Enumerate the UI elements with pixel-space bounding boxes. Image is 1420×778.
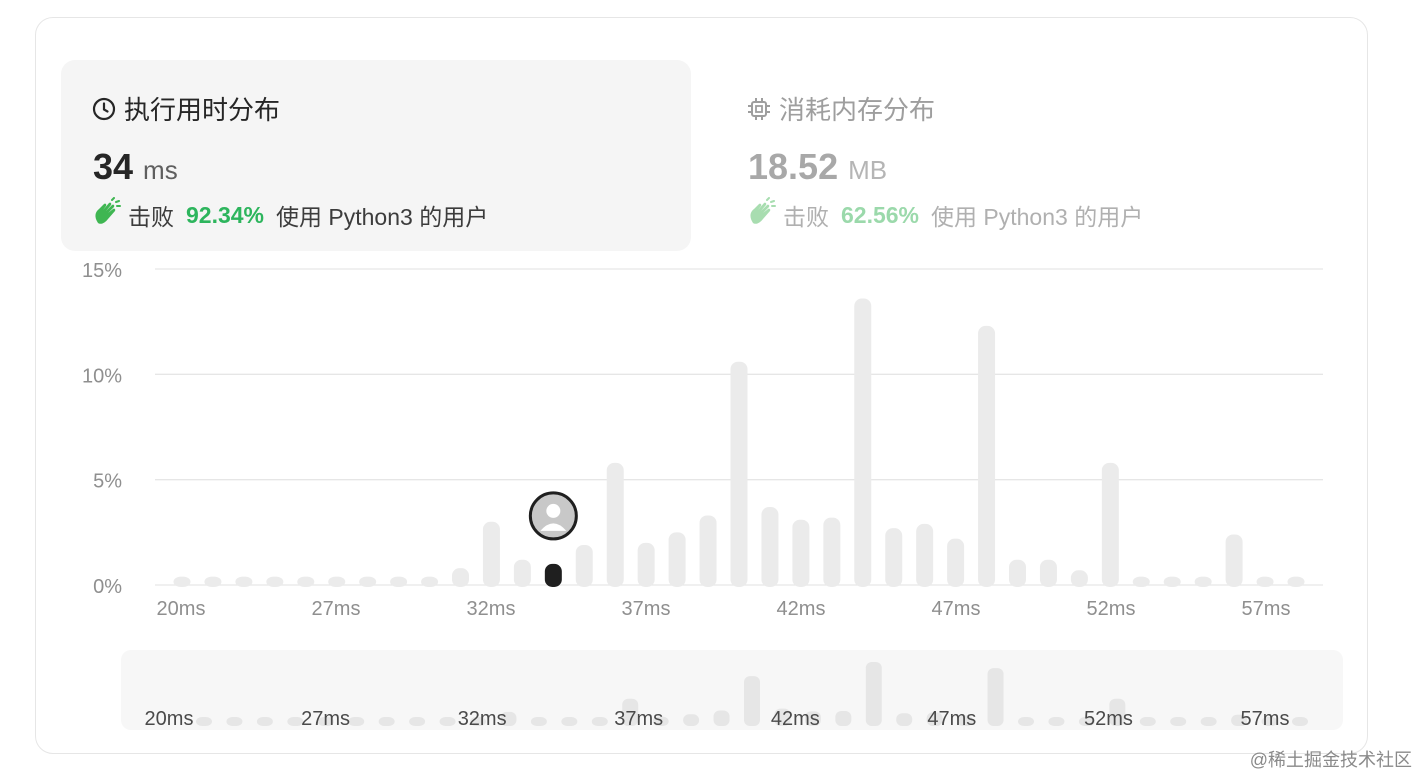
distribution-bar[interactable] (513, 559, 531, 587)
distribution-bar[interactable] (1070, 570, 1088, 587)
distribution-bar[interactable] (1132, 576, 1150, 587)
current-runtime-bar[interactable] (544, 563, 562, 587)
distribution-bar[interactable] (1039, 559, 1057, 587)
distribution-bar[interactable] (297, 576, 315, 587)
memory-title-label: 消耗内存分布 (779, 95, 936, 125)
memory-metric: 18.52 MB (748, 146, 887, 188)
distribution-bar[interactable] (606, 462, 624, 587)
runtime-unit: ms (143, 155, 178, 185)
memory-beats: 击败 62.56% 使用 Python3 的用户 (747, 197, 1143, 233)
distribution-bar[interactable] (947, 538, 965, 587)
memory-distribution-tab[interactable]: 消耗内存分布 18.52 MB 击败 62.56% 使用 Python3 的用户 (716, 60, 1346, 251)
runtime-metric: 34 ms (93, 146, 178, 188)
distribution-bar[interactable] (916, 523, 934, 587)
chip-icon (747, 97, 771, 121)
distribution-bar[interactable] (328, 576, 346, 587)
runtime-value: 34 (93, 146, 134, 187)
distribution-bar[interactable] (390, 576, 408, 587)
memory-beats-pct: 62.56% (841, 201, 920, 228)
distribution-bar[interactable] (730, 361, 748, 587)
distribution-bar[interactable] (699, 515, 717, 587)
distribution-bar[interactable] (637, 542, 655, 587)
clap-icon (92, 197, 122, 233)
distribution-bar[interactable] (823, 517, 841, 587)
distribution-bar[interactable] (792, 519, 810, 587)
distribution-bar[interactable] (204, 576, 222, 587)
range-selector-minimap[interactable] (121, 650, 1343, 730)
runtime-title: 执行用时分布 (92, 90, 280, 127)
runtime-distribution-tab[interactable]: 执行用时分布 34 ms 击败 92.34% 使用 Python3 的用户 (61, 60, 691, 251)
distribution-bar[interactable] (235, 576, 253, 587)
memory-beats-suffix: 使用 Python3 的用户 (931, 204, 1144, 230)
distribution-bar[interactable] (452, 568, 469, 587)
distribution-bar[interactable] (1256, 576, 1274, 587)
clap-icon (747, 197, 777, 233)
runtime-title-label: 执行用时分布 (124, 95, 281, 125)
distribution-bar[interactable] (359, 576, 377, 587)
watermark: @稀土掘金技术社区 (1249, 750, 1412, 770)
submission-stats-card: 执行用时分布 34 ms 击败 92.34% 使用 Python3 的用户 消耗… (35, 17, 1368, 754)
distribution-bar[interactable] (1101, 462, 1119, 587)
runtime-beats-suffix: 使用 Python3 的用户 (276, 204, 489, 230)
distribution-bar[interactable] (761, 507, 779, 587)
distribution-bar[interactable] (421, 576, 439, 587)
distribution-bar[interactable] (1163, 576, 1181, 587)
distribution-bar[interactable] (1194, 576, 1212, 587)
distribution-bar[interactable] (482, 521, 500, 587)
distribution-bar[interactable] (885, 528, 903, 587)
clock-icon (92, 97, 116, 121)
distribution-bar[interactable] (575, 544, 593, 587)
distribution-bar[interactable] (1287, 576, 1305, 587)
runtime-beats-pct: 92.34% (186, 201, 265, 228)
distribution-bar[interactable] (668, 532, 686, 587)
distribution-bar[interactable] (978, 325, 996, 587)
runtime-beats: 击败 92.34% 使用 Python3 的用户 (92, 197, 488, 233)
memory-beats-prefix: 击败 (783, 204, 829, 230)
distribution-bar[interactable] (173, 576, 191, 587)
memory-title: 消耗内存分布 (747, 90, 935, 127)
memory-value: 18.52 (748, 146, 839, 187)
distribution-bar[interactable] (1009, 559, 1026, 587)
distribution-bar[interactable] (854, 298, 872, 587)
distribution-bar[interactable] (1225, 534, 1243, 587)
distribution-bar[interactable] (266, 576, 284, 587)
runtime-beats-prefix: 击败 (128, 204, 174, 230)
memory-unit: MB (848, 155, 888, 185)
